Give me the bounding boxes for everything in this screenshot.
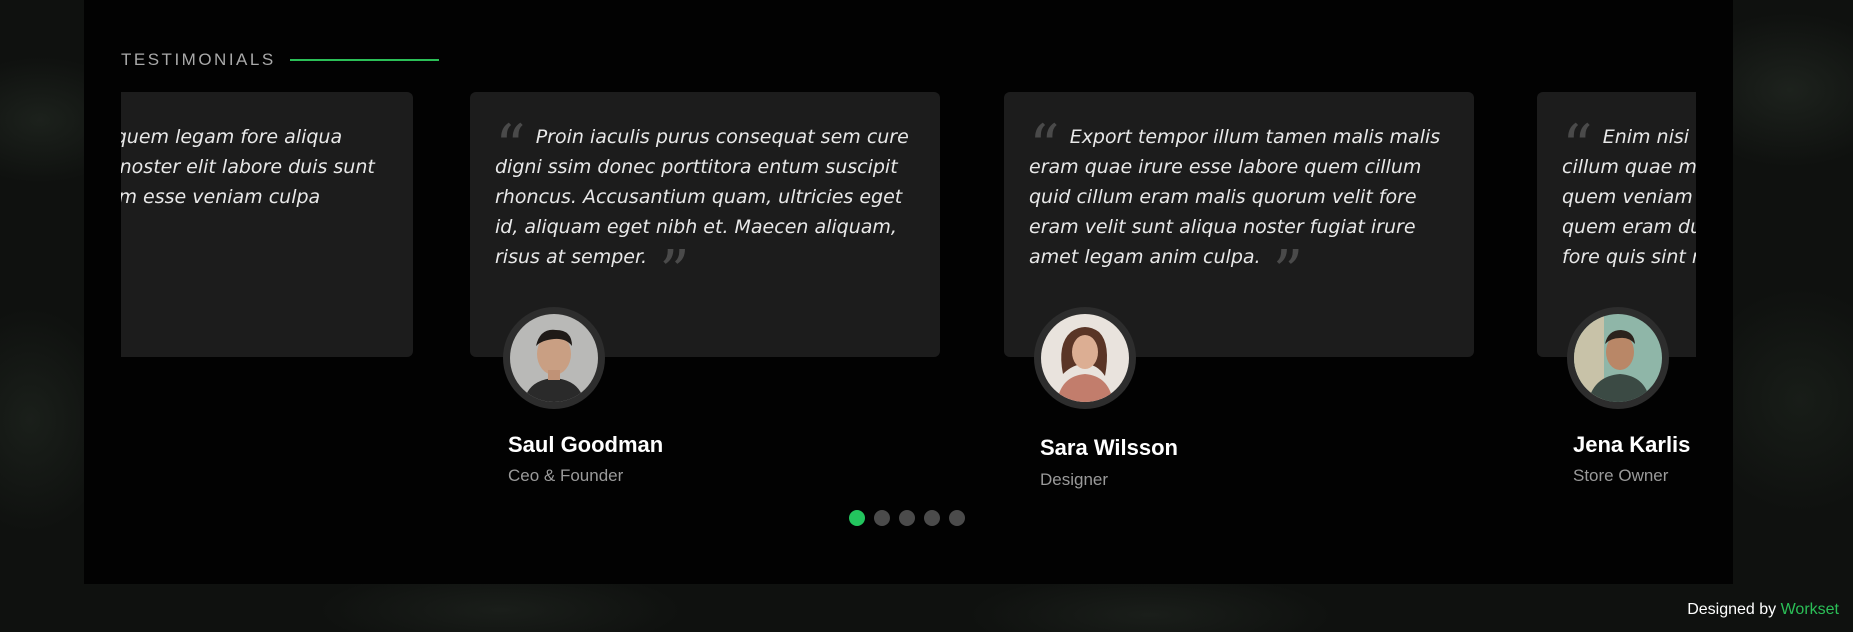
testimonial-name: Jena Karlis: [1573, 432, 1691, 457]
carousel-pagination: [849, 510, 965, 526]
pagination-dot[interactable]: [949, 510, 965, 526]
footer-credit: Designed by Workset: [1687, 601, 1839, 619]
pagination-dot[interactable]: [899, 510, 915, 526]
avatar-man-icon: [510, 314, 598, 402]
testimonial-role: Store Owner: [1573, 466, 1669, 485]
testimonial-quote: “Aliqua sint quem legam fore aliqua veni…: [121, 126, 375, 208]
testimonials-carousel[interactable]: “Aliqua sint quem legam fore aliqua veni…: [121, 92, 1696, 512]
pagination-dot[interactable]: [924, 510, 940, 526]
testimonial-quote: “Export tempor illum tamen malis malis e…: [1029, 112, 1441, 308]
testimonial-slide: “Export tempor illum tamen malis malis e…: [1004, 92, 1474, 489]
quote-close-icon: ”: [659, 238, 690, 308]
credit-prefix: Designed by: [1687, 601, 1777, 618]
pagination-dot[interactable]: [874, 510, 890, 526]
testimonial-slide: “Aliqua sint quem legam fore aliqua veni…: [121, 92, 413, 357]
credit-link[interactable]: Workset: [1781, 601, 1839, 618]
avatar-woman-icon: [1041, 314, 1129, 402]
testimonial-name: Sara Wilsson: [1040, 435, 1178, 460]
testimonial-slide: “Proin iaculis purus consequat sem cure …: [470, 92, 940, 485]
avatar: [503, 307, 605, 409]
testimonial-quote: “Enim nisi quem export duis labore cillu…: [1562, 112, 1696, 268]
section-title: TESTIMONIALS: [121, 50, 439, 70]
avatar-man-smiling-icon: [1574, 314, 1662, 402]
quote-close-icon: ”: [1272, 238, 1304, 308]
pagination-dot[interactable]: [849, 510, 865, 526]
testimonial-slide: “Enim nisi quem export duis labore cillu…: [1537, 92, 1696, 485]
section-title-text: TESTIMONIALS: [121, 50, 276, 69]
title-underline: [289, 59, 439, 61]
avatar: [1567, 307, 1669, 409]
testimonial-role: Ceo & Founder: [508, 466, 624, 485]
testimonial-name: Saul Goodman: [508, 432, 664, 457]
avatar: [1034, 307, 1136, 409]
testimonial-role: Designer: [1040, 470, 1109, 489]
testimonial-quote: “Proin iaculis purus consequat sem cure …: [495, 112, 909, 308]
testimonial-card: “Aliqua sint quem legam fore aliqua veni…: [121, 92, 413, 357]
